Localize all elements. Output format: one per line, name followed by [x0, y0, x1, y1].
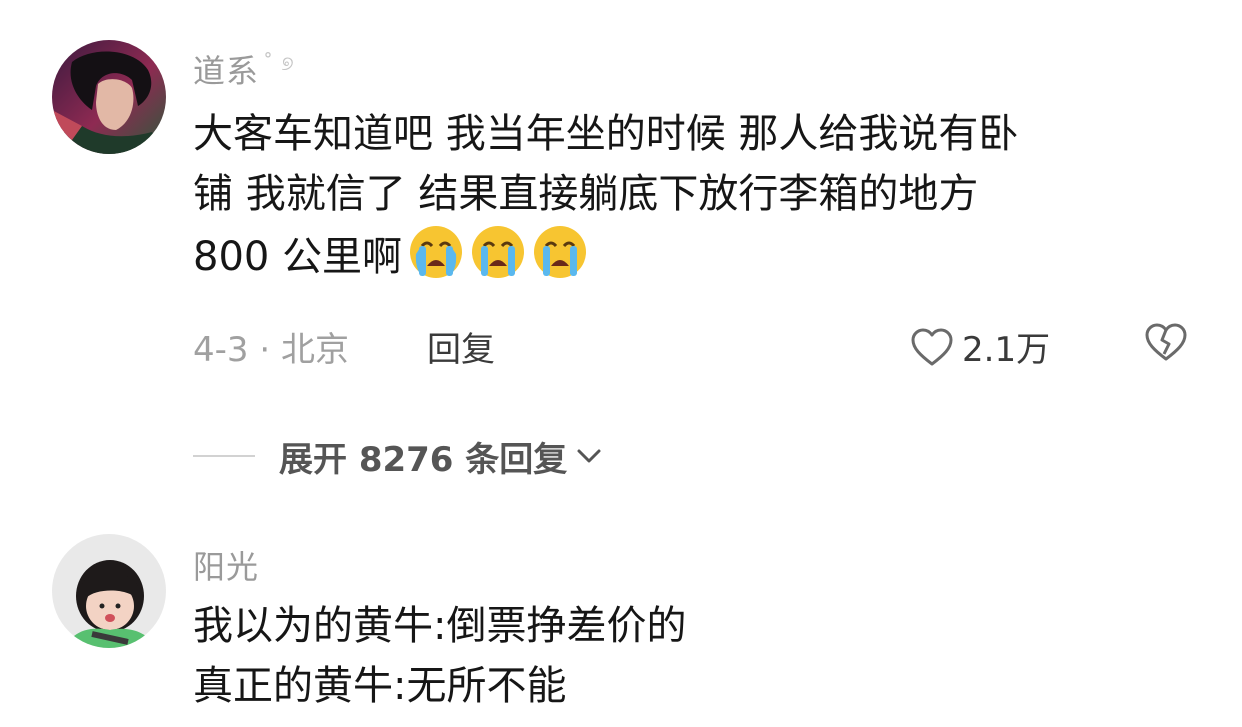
- username-decoration: ˚ ୭: [263, 51, 295, 76]
- broken-heart-icon: [1145, 323, 1187, 361]
- username-text: 道系: [193, 52, 260, 90]
- loudly-crying-face-icon: [534, 226, 587, 278]
- comment-line: 真正的黄牛:无所不能: [193, 663, 567, 709]
- divider: [193, 455, 255, 457]
- avatar[interactable]: [52, 534, 166, 648]
- comment-date-location: 4-3 · 北京: [193, 330, 349, 370]
- comment-line: 我以为的黄牛:倒票挣差价的: [193, 603, 687, 649]
- loudly-crying-face-icon: [410, 226, 463, 278]
- username-text: 阳光: [193, 548, 260, 586]
- expand-replies-button[interactable]: 展开 8276 条回复: [193, 432, 603, 480]
- expand-replies-label: 展开 8276 条回复: [279, 439, 568, 480]
- comment-item: 道系 ˚ ୭ 大客车知道吧 我当年坐的时候 那人给我说有卧 铺 我就信了 结果直接…: [0, 0, 1242, 420]
- like-count: 2.1万: [962, 330, 1051, 370]
- comment-text: 我以为的黄牛:倒票挣差价的 真正的黄牛:无所不能: [193, 596, 1193, 716]
- avatar[interactable]: [52, 40, 166, 154]
- loudly-crying-face-icon: [472, 226, 525, 278]
- chevron-down-icon: [577, 449, 601, 463]
- reply-button[interactable]: 回复: [427, 322, 495, 371]
- comment-line-text: 800 公里啊: [193, 234, 403, 280]
- comment-line: 大客车知道吧 我当年坐的时候 那人给我说有卧: [193, 111, 1019, 157]
- comment-item: 阳光 我以为的黄牛:倒票挣差价的 真正的黄牛:无所不能: [0, 520, 1242, 727]
- dislike-button[interactable]: [1144, 322, 1188, 366]
- like-button[interactable]: 2.1万: [910, 322, 1050, 371]
- comment-text: 大客车知道吧 我当年坐的时候 那人给我说有卧 铺 我就信了 结果直接躺底下放行李…: [193, 104, 1193, 287]
- comment-line-with-emoji: 800 公里啊: [193, 224, 1193, 287]
- heart-outline-icon: [911, 328, 953, 365]
- username[interactable]: 阳光: [193, 542, 259, 588]
- username[interactable]: 道系 ˚ ୭: [193, 46, 295, 92]
- comment-line: 铺 我就信了 结果直接躺底下放行李箱的地方: [193, 171, 979, 217]
